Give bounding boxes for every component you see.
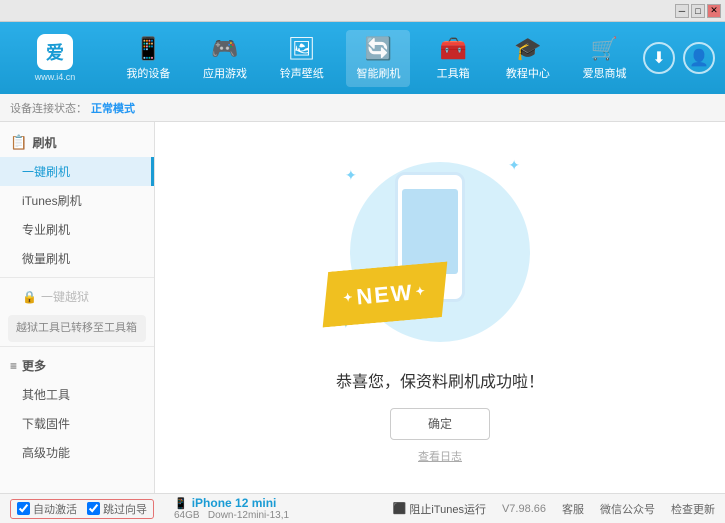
my-device-icon: 📱 — [135, 36, 162, 62]
logo-char: 爱 — [46, 39, 64, 65]
close-button[interactable]: ✕ — [707, 4, 721, 18]
new-banner-stars-right: ✦ — [415, 284, 427, 298]
version-label: V7.98.66 — [502, 503, 546, 515]
auto-start-label: 自动激活 — [33, 501, 77, 517]
sidebar-jailbreak-disabled: 🔒 一键越狱 — [0, 282, 154, 311]
logo-icon: 爱 — [37, 34, 73, 70]
auto-start-checkbox-label[interactable]: 自动激活 — [17, 501, 77, 517]
confirm-button[interactable]: 确定 — [390, 408, 490, 440]
minimize-button[interactable]: ─ — [675, 4, 689, 18]
stop-itunes-button[interactable]: ⬛ 阻止iTunes运行 — [393, 501, 486, 517]
top-nav: 爱 www.i4.cn 📱 我的设备 🎮 应用游戏 🖼 铃声壁纸 🔄 智能刷机 … — [0, 22, 725, 94]
customer-service-link[interactable]: 客服 — [562, 501, 584, 517]
success-area: ✦ ✦ ✦ ✦ NEW ✦ 恭喜您，保资料刷机成功啦！ 确定 查看日志 — [330, 152, 550, 464]
toolbox-label: 工具箱 — [437, 65, 470, 81]
sidebar-item-advanced[interactable]: 高级功能 — [0, 438, 154, 467]
wallpaper-label: 铃声壁纸 — [280, 65, 324, 81]
auto-start-checkbox[interactable] — [17, 502, 30, 515]
tutorial-icon: 🎓 — [514, 36, 541, 62]
app-game-icon: 🎮 — [211, 36, 238, 62]
nav-my-device[interactable]: 📱 我的设备 — [116, 30, 180, 87]
user-button[interactable]: 👤 — [683, 42, 715, 74]
bottom-left: 自动激活 跳过向导 📱 iPhone 12 mini 64GB Down-12m… — [10, 496, 289, 521]
nav-toolbox[interactable]: 🧰 工具箱 — [423, 30, 483, 87]
device-info: 📱 iPhone 12 mini 64GB Down-12mini-13,1 — [174, 496, 289, 521]
smart-flash-icon: 🔄 — [365, 36, 392, 62]
smart-flash-label: 智能刷机 — [356, 65, 400, 81]
sidebar-divider-1 — [0, 277, 154, 278]
wallpaper-icon: 🖼 — [288, 36, 316, 62]
sparkle-1: ✦ — [345, 167, 357, 184]
sidebar-section-flash: 📋 刷机 — [0, 128, 154, 157]
status-bar: 设备连接状态： 正常模式 — [0, 94, 725, 122]
sidebar-item-other-tools[interactable]: 其他工具 — [0, 380, 154, 409]
sidebar-divider-2 — [0, 346, 154, 347]
tutorial-label: 教程中心 — [506, 65, 550, 81]
maximize-button[interactable]: □ — [691, 4, 705, 18]
skip-wizard-checkbox-label[interactable]: 跳过向导 — [87, 501, 147, 517]
flash-section-title: 刷机 — [32, 134, 56, 151]
main-area: 📋 刷机 一键刷机 iTunes刷机 专业刷机 微量刷机 🔒 一键越狱 越狱工具… — [0, 122, 725, 493]
flash-section-icon: 📋 — [10, 134, 27, 151]
bottom-bar: 自动激活 跳过向导 📱 iPhone 12 mini 64GB Down-12m… — [0, 493, 725, 523]
sidebar-section-more: ≡ 更多 — [0, 351, 154, 380]
logo: 爱 www.i4.cn — [10, 28, 100, 88]
phone-screen — [402, 189, 458, 274]
nav-mall[interactable]: 🛒 爱思商城 — [573, 30, 637, 87]
new-banner-stars-left: ✦ — [343, 290, 355, 304]
stop-itunes-icon: ⬛ — [393, 502, 407, 515]
sparkle-2: ✦ — [508, 157, 520, 174]
phone-icon: 📱 — [174, 497, 188, 510]
more-title-label: 更多 — [22, 357, 46, 374]
sidebar-item-itunes-flash[interactable]: iTunes刷机 — [0, 186, 154, 215]
device-storage: 64GB — [174, 510, 200, 521]
nav-right-buttons: ⬇ 👤 — [643, 42, 715, 74]
mall-label: 爱思商城 — [583, 65, 627, 81]
sidebar: 📋 刷机 一键刷机 iTunes刷机 专业刷机 微量刷机 🔒 一键越狱 越狱工具… — [0, 122, 155, 493]
skip-wizard-label: 跳过向导 — [103, 501, 147, 517]
content-area: ✦ ✦ ✦ ✦ NEW ✦ 恭喜您，保资料刷机成功啦！ 确定 查看日志 — [155, 122, 725, 493]
skip-wizard-checkbox[interactable] — [87, 502, 100, 515]
status-label: 设备连接状态： — [10, 100, 87, 116]
check-update-link[interactable]: 检查更新 — [671, 501, 715, 517]
phone-illustration: ✦ ✦ ✦ ✦ NEW ✦ — [330, 152, 550, 352]
bottom-right: ⬛ 阻止iTunes运行 V7.98.66 客服 微信公众号 检查更新 — [393, 501, 715, 517]
sidebar-item-micro-flash[interactable]: 微量刷机 — [0, 244, 154, 273]
mall-icon: 🛒 — [591, 36, 618, 62]
device-details: 64GB Down-12mini-13,1 — [174, 510, 289, 521]
status-value: 正常模式 — [91, 100, 135, 116]
new-banner-text: NEW — [355, 279, 414, 310]
device-name: iPhone 12 mini — [192, 496, 277, 510]
nav-smart-flash[interactable]: 🔄 智能刷机 — [346, 30, 410, 87]
nav-app-game[interactable]: 🎮 应用游戏 — [193, 30, 257, 87]
toolbox-icon: 🧰 — [439, 36, 466, 62]
sidebar-item-pro-flash[interactable]: 专业刷机 — [0, 215, 154, 244]
title-bar: ─ □ ✕ — [0, 0, 725, 22]
download-button[interactable]: ⬇ — [643, 42, 675, 74]
jailbreak-label: 一键越狱 — [41, 288, 89, 305]
checkbox-highlight-box: 自动激活 跳过向导 — [10, 499, 154, 519]
logo-text: www.i4.cn — [35, 72, 76, 82]
sidebar-item-download-firmware[interactable]: 下载固件 — [0, 409, 154, 438]
new-banner: ✦ NEW ✦ — [318, 261, 452, 327]
jailbreak-note: 越狱工具已转移至工具箱 — [8, 315, 146, 342]
window-controls[interactable]: ─ □ ✕ — [675, 4, 721, 18]
nav-wallpaper[interactable]: 🖼 铃声壁纸 — [270, 30, 334, 87]
wechat-link[interactable]: 微信公众号 — [600, 501, 655, 517]
stop-itunes-label: 阻止iTunes运行 — [409, 501, 486, 517]
nav-tutorial[interactable]: 🎓 教程中心 — [496, 30, 560, 87]
my-device-label: 我的设备 — [126, 65, 170, 81]
nav-items: 📱 我的设备 🎮 应用游戏 🖼 铃声壁纸 🔄 智能刷机 🧰 工具箱 🎓 教程中心… — [110, 30, 643, 87]
more-icon: ≡ — [10, 359, 17, 373]
secondary-link[interactable]: 查看日志 — [418, 448, 462, 464]
app-game-label: 应用游戏 — [203, 65, 247, 81]
device-model: Down-12mini-13,1 — [208, 510, 289, 521]
lock-icon: 🔒 — [22, 290, 37, 304]
sidebar-item-one-key-flash[interactable]: 一键刷机 — [0, 157, 154, 186]
success-title: 恭喜您，保资料刷机成功啦！ — [336, 368, 544, 392]
